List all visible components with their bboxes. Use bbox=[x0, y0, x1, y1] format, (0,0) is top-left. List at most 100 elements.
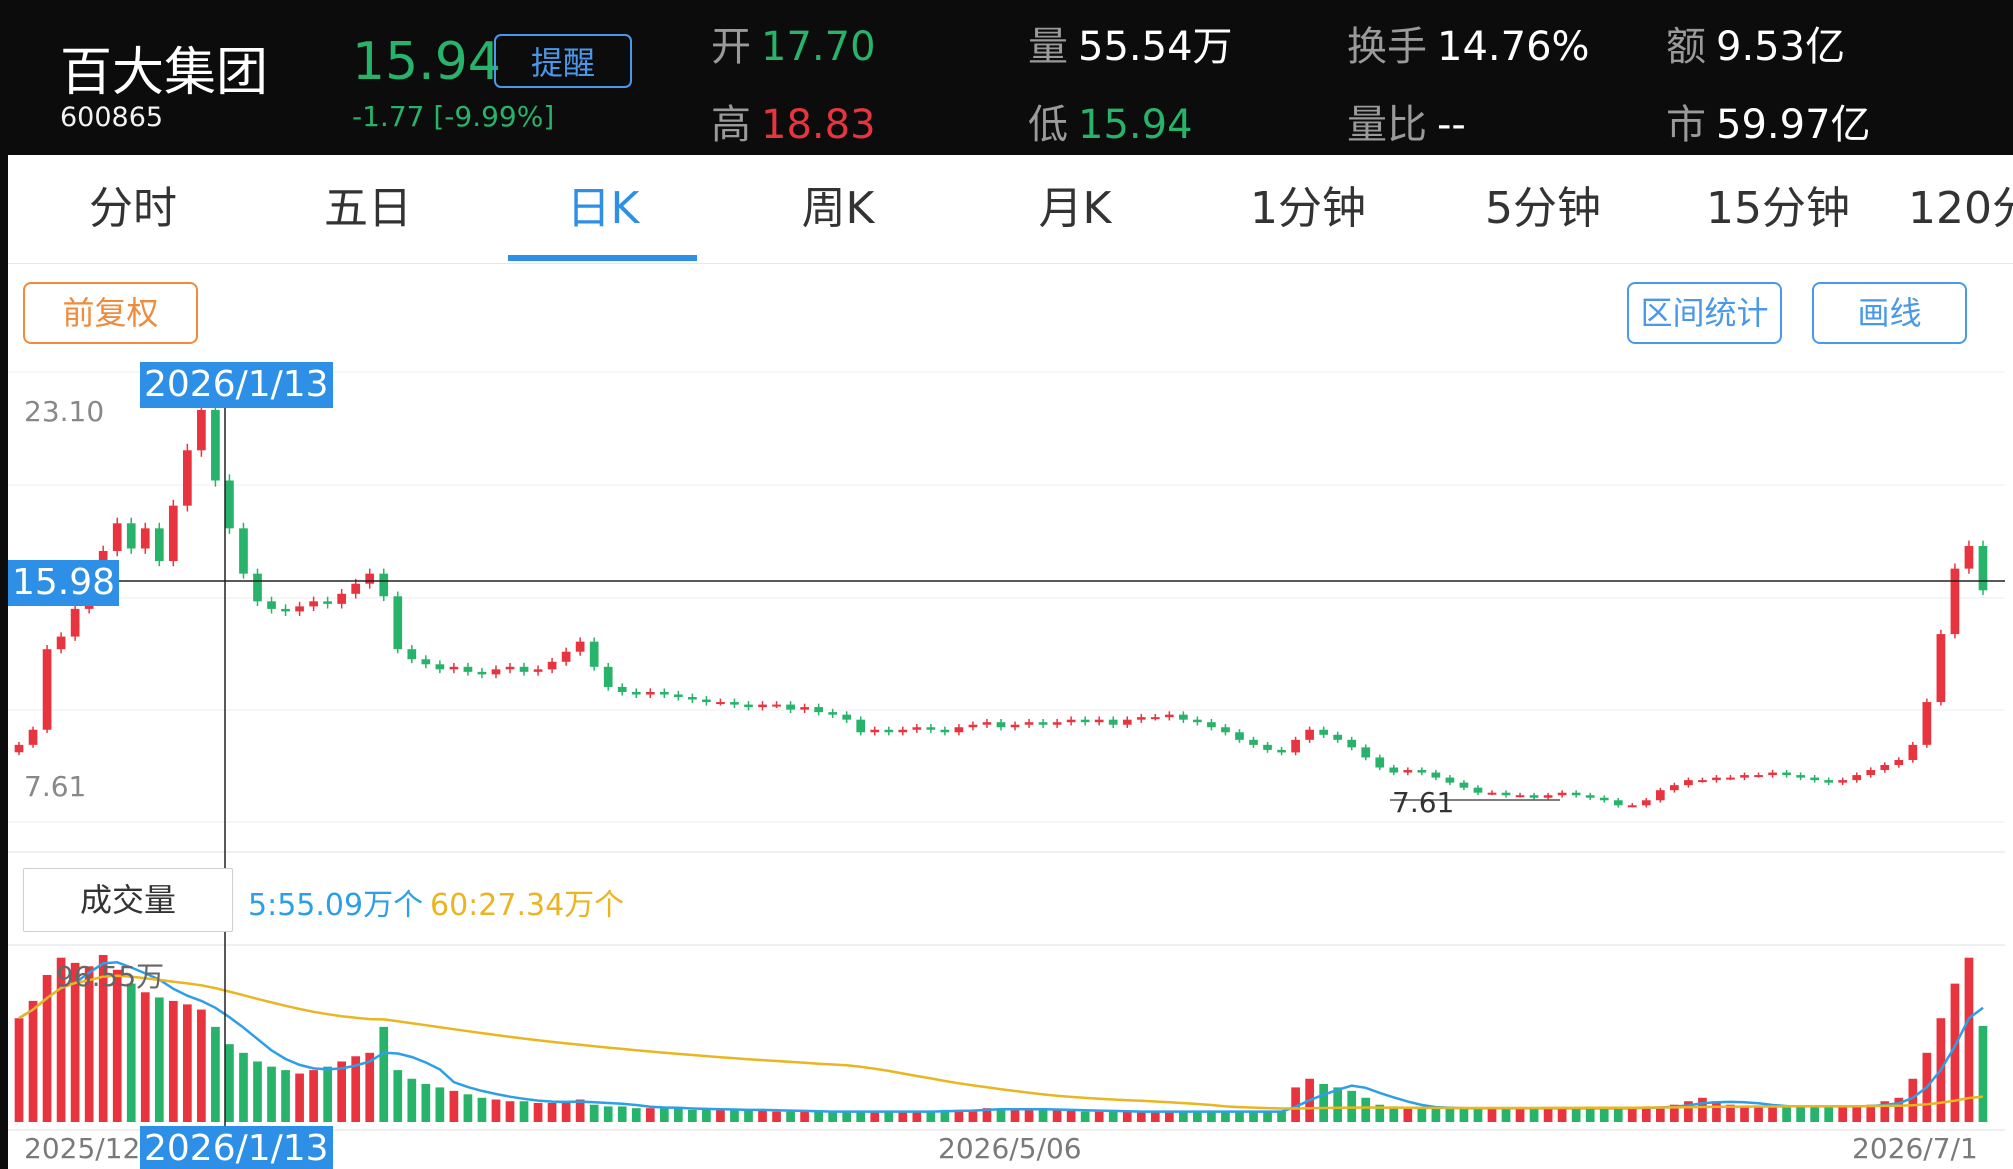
crosshair-date-bottom-label: 2026/1/13 bbox=[140, 1126, 333, 1169]
volume-bar bbox=[912, 1111, 922, 1122]
volume-bar bbox=[1585, 1108, 1595, 1122]
candle-body bbox=[56, 636, 66, 650]
volume-bar bbox=[1557, 1108, 1567, 1122]
volume-bar bbox=[1501, 1108, 1511, 1122]
candle-body bbox=[519, 666, 529, 672]
volume-bar bbox=[688, 1109, 697, 1122]
volume-bar bbox=[407, 1078, 417, 1122]
volume-bar bbox=[1136, 1111, 1146, 1122]
candle-body bbox=[1613, 800, 1623, 806]
candle-body bbox=[1094, 719, 1104, 723]
volume-bar bbox=[870, 1111, 880, 1122]
y-low-label: 7.61 bbox=[24, 770, 87, 803]
candle-body bbox=[1950, 568, 1960, 635]
volume-bar bbox=[1403, 1108, 1413, 1122]
volume-bar bbox=[281, 1070, 290, 1122]
candle-body bbox=[1347, 739, 1357, 748]
candle-body bbox=[463, 666, 473, 672]
candle-body bbox=[800, 707, 809, 710]
volume-bar bbox=[379, 1026, 389, 1122]
candle-body bbox=[1277, 749, 1286, 753]
candle-body bbox=[814, 707, 823, 713]
candle-body bbox=[1445, 777, 1455, 783]
candle-body bbox=[1726, 777, 1735, 780]
volume-indicator-button[interactable]: 成交量 bbox=[23, 868, 233, 932]
volume-bar bbox=[1038, 1109, 1048, 1122]
volume-bar bbox=[1571, 1108, 1581, 1122]
candle-body bbox=[435, 664, 445, 670]
volume-bar bbox=[1122, 1111, 1132, 1122]
candle-body bbox=[982, 722, 992, 725]
candle-body bbox=[1473, 787, 1483, 793]
candle-body bbox=[533, 669, 543, 672]
candle-body bbox=[211, 410, 220, 481]
volume-bar bbox=[28, 1000, 38, 1122]
volume-bar bbox=[589, 1104, 599, 1122]
candle-body bbox=[1249, 739, 1258, 745]
volume-bar bbox=[463, 1094, 473, 1122]
candle-body bbox=[1389, 767, 1399, 773]
candle-body bbox=[365, 573, 375, 584]
candlestick-chart[interactable] bbox=[0, 0, 2013, 1169]
candle-body bbox=[1291, 739, 1300, 753]
candle-body bbox=[926, 727, 936, 730]
candle-body bbox=[716, 702, 725, 705]
volume-bar bbox=[856, 1111, 866, 1122]
volume-bar bbox=[617, 1106, 627, 1122]
candle-body bbox=[505, 666, 515, 670]
candle-body bbox=[1010, 724, 1020, 728]
volume-bar bbox=[1052, 1109, 1062, 1122]
volume-bar bbox=[1417, 1108, 1427, 1122]
candle-body bbox=[1080, 719, 1090, 723]
volume-bar bbox=[1754, 1106, 1763, 1122]
candle-body bbox=[393, 596, 403, 650]
candle-body bbox=[1305, 729, 1314, 740]
candle-body bbox=[968, 724, 978, 728]
volume-bar bbox=[631, 1108, 641, 1122]
volume-bar bbox=[491, 1099, 501, 1122]
candle-body bbox=[168, 505, 178, 562]
candle-body bbox=[1698, 780, 1707, 783]
volume-bar bbox=[253, 1061, 262, 1122]
volume-bar bbox=[1277, 1111, 1286, 1122]
candle-body bbox=[1557, 792, 1567, 796]
candle-body bbox=[337, 593, 347, 604]
candle-body bbox=[225, 480, 234, 529]
candle-body bbox=[1431, 772, 1441, 778]
volume-bar bbox=[337, 1061, 347, 1122]
volume-bar bbox=[140, 992, 150, 1122]
candle-body bbox=[491, 669, 501, 675]
volume-bar bbox=[800, 1111, 809, 1122]
candle-body bbox=[1122, 719, 1132, 725]
date-left-label: 2025/12/ bbox=[24, 1132, 150, 1165]
candle-body bbox=[1235, 732, 1244, 740]
candle-body bbox=[1585, 795, 1595, 798]
candle-body bbox=[856, 719, 866, 733]
candle-body bbox=[477, 671, 487, 675]
volume-bar bbox=[547, 1102, 557, 1122]
volume-bar bbox=[1024, 1109, 1034, 1122]
candle-body bbox=[1880, 765, 1890, 771]
candle-body bbox=[996, 722, 1006, 728]
volume-bar bbox=[1094, 1111, 1104, 1122]
candle-body bbox=[575, 641, 585, 652]
volume-bar bbox=[1319, 1083, 1329, 1122]
volume-bar bbox=[477, 1097, 487, 1122]
candle-body bbox=[351, 583, 361, 594]
y-high-label: 23.10 bbox=[24, 395, 105, 428]
candle-body bbox=[702, 699, 711, 703]
volume-bar bbox=[1543, 1108, 1553, 1122]
volume-bar bbox=[1459, 1108, 1469, 1122]
candle-body bbox=[1712, 777, 1721, 781]
candle-body bbox=[1193, 719, 1202, 723]
candle-body bbox=[1782, 772, 1791, 776]
volume-bar bbox=[1627, 1108, 1637, 1122]
volume-bar bbox=[239, 1052, 248, 1122]
candle-body bbox=[1922, 702, 1932, 745]
candle-body bbox=[1038, 722, 1048, 725]
candle-body bbox=[1894, 759, 1904, 766]
ma5-legend: 5:55.09万个 bbox=[248, 888, 424, 923]
volume-bar bbox=[898, 1111, 908, 1122]
volume-bar bbox=[267, 1066, 276, 1122]
volume-bar bbox=[1249, 1111, 1258, 1122]
